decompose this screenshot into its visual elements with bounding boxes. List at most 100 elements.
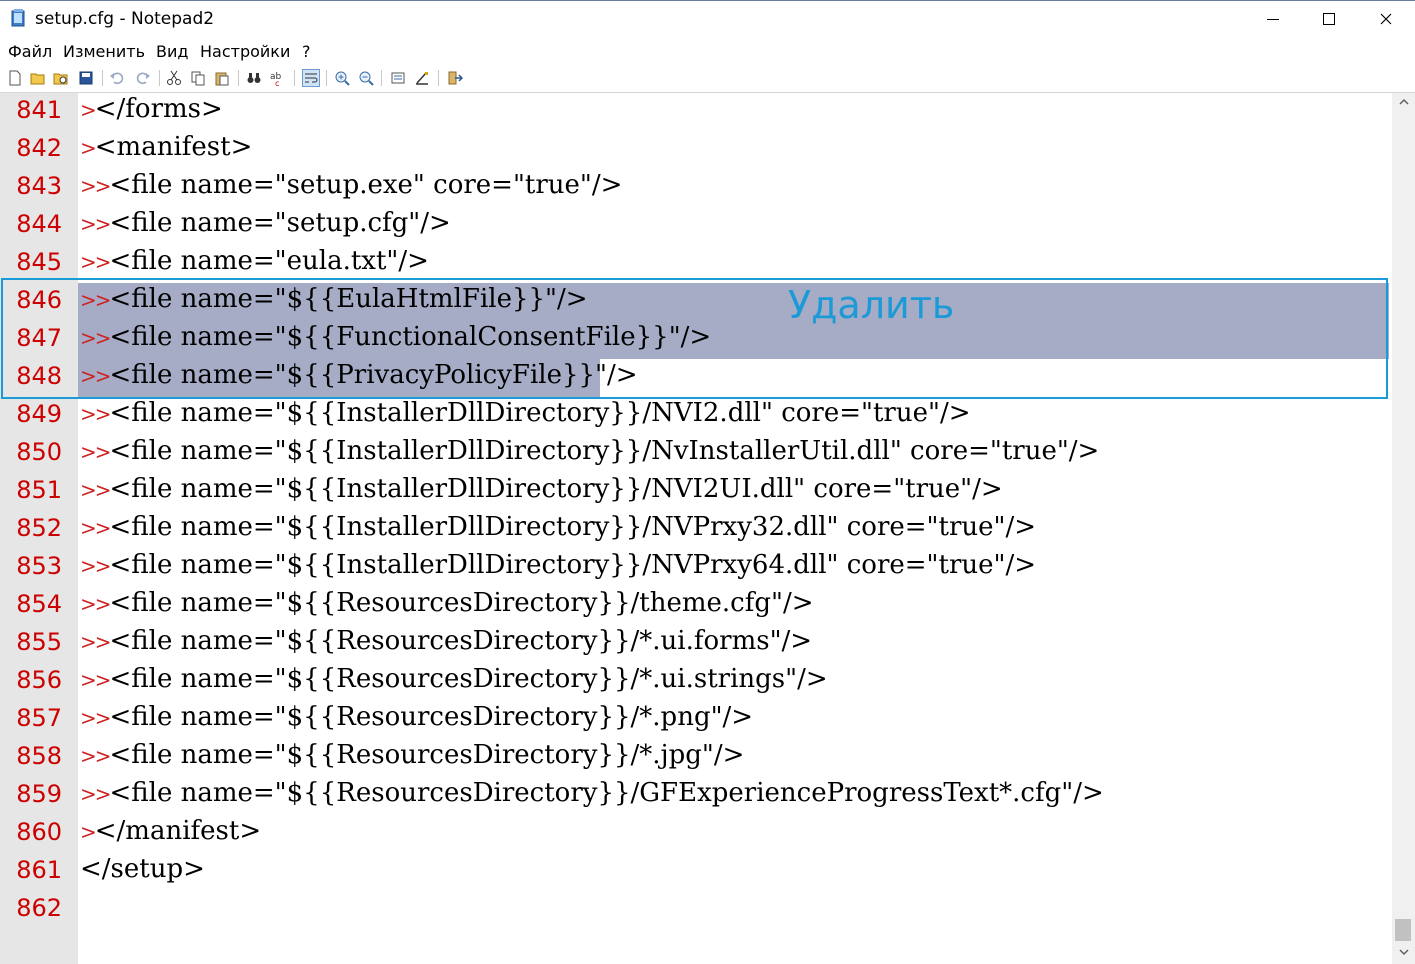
- cut-icon: [167, 70, 181, 85]
- scroll-up-button[interactable]: [1392, 93, 1415, 111]
- code-line[interactable]: 853 >><file name="${{InstallerDllDirector…: [0, 549, 1392, 587]
- close-button[interactable]: [1357, 1, 1415, 37]
- line-number: 854: [16, 590, 62, 618]
- tab-marker-icon: >: [80, 98, 97, 122]
- code-line[interactable]: 857 >><file name="${{ResourcesDirectory}}…: [0, 701, 1392, 739]
- toolbar-separator: [381, 70, 382, 86]
- code-line[interactable]: 858 >><file name="${{ResourcesDirectory}}…: [0, 739, 1392, 777]
- code-content: <file name="${{FunctionalConsentFile}}"/…: [109, 322, 712, 352]
- zoom-in-button[interactable]: [333, 69, 351, 87]
- code-text: ><manifest>: [80, 132, 252, 162]
- title-bar: setup.cfg - Notepad2: [0, 0, 1415, 39]
- minimize-button[interactable]: [1244, 1, 1302, 37]
- line-number: 851: [16, 476, 62, 504]
- redo-button[interactable]: [134, 69, 152, 87]
- code-line[interactable]: 847 >><file name="${{FunctionalConsentFil…: [0, 321, 1392, 359]
- tab-marker-icon: >>: [80, 212, 111, 236]
- line-number: 844: [16, 210, 62, 238]
- code-line[interactable]: 841 ></forms>: [0, 93, 1392, 131]
- chevron-down-icon: [1398, 949, 1409, 956]
- menu-settings[interactable]: Настройки: [200, 42, 290, 61]
- cut-button[interactable]: [165, 69, 183, 87]
- code-line[interactable]: 842 ><manifest>: [0, 131, 1392, 169]
- code-line[interactable]: 843 >><file name="setup.exe" core="true"/…: [0, 169, 1392, 207]
- line-number: 850: [16, 438, 62, 466]
- tab-marker-icon: >>: [80, 516, 111, 540]
- undo-icon: [110, 72, 124, 85]
- maximize-button[interactable]: [1300, 1, 1358, 37]
- paste-button[interactable]: [213, 69, 231, 87]
- line-number: 862: [16, 894, 62, 922]
- code-content: </manifest>: [94, 816, 262, 846]
- vertical-scrollbar[interactable]: [1392, 93, 1415, 964]
- code-line[interactable]: 852 >><file name="${{InstallerDllDirector…: [0, 511, 1392, 549]
- code-text: </setup>: [80, 854, 205, 884]
- code-content: <manifest>: [94, 132, 253, 162]
- code-line[interactable]: 855 >><file name="${{ResourcesDirectory}}…: [0, 625, 1392, 663]
- paste-icon: [215, 72, 229, 86]
- new-file-icon: [9, 70, 21, 86]
- zoom-in-icon: [335, 71, 350, 86]
- scroll-thumb[interactable]: [1395, 919, 1411, 941]
- redo-icon: [136, 72, 150, 85]
- code-text: >><file name="eula.txt"/>: [80, 246, 429, 276]
- toolbar-separator: [294, 70, 295, 86]
- tab-marker-icon: >>: [80, 744, 111, 768]
- find-icon: [247, 73, 261, 83]
- menu-help[interactable]: ?: [302, 42, 311, 61]
- code-line[interactable]: 851 >><file name="${{InstallerDllDirector…: [0, 473, 1392, 511]
- code-text: >><file name="${{PrivacyPolicyFile}}"/>: [80, 360, 638, 390]
- code-line[interactable]: 856 >><file name="${{ResourcesDirectory}}…: [0, 663, 1392, 701]
- code-content: </forms>: [94, 94, 223, 124]
- tab-marker-icon: >>: [80, 326, 111, 350]
- line-number: 861: [16, 856, 62, 884]
- code-text: ></manifest>: [80, 816, 261, 846]
- menu-file[interactable]: Файл: [8, 42, 52, 61]
- code-line[interactable]: 848 >><file name="${{PrivacyPolicyFile}}"…: [0, 359, 1392, 397]
- code-content: <file name="${{ResourcesDirectory}}/*.pn…: [109, 702, 754, 732]
- replace-button[interactable]: ab c: [269, 69, 287, 87]
- tab-marker-icon: >>: [80, 668, 111, 692]
- new-file-button[interactable]: [6, 69, 24, 87]
- code-line[interactable]: 854 >><file name="${{ResourcesDirectory}}…: [0, 587, 1392, 625]
- zoom-out-button[interactable]: [357, 69, 375, 87]
- editor-area[interactable]: 841 ></forms> 842 ><manifest> 843 >><file nam…: [0, 93, 1392, 964]
- scroll-down-button[interactable]: [1392, 943, 1415, 961]
- close-icon: [1380, 13, 1392, 25]
- chevron-up-icon: [1398, 98, 1409, 105]
- line-number: 856: [16, 666, 62, 694]
- tab-marker-icon: >>: [80, 250, 111, 274]
- line-number: 848: [16, 362, 62, 390]
- code-line[interactable]: 844 >><file name="setup.cfg"/>: [0, 207, 1392, 245]
- code-content: <file name="${{ResourcesDirectory}}/*.ui…: [109, 626, 813, 656]
- menu-edit[interactable]: Изменить: [63, 42, 145, 61]
- code-line[interactable]: 846 >><file name="${{EulaHtmlFile}}"/>: [0, 283, 1392, 321]
- customize-button[interactable]: [413, 69, 431, 87]
- line-number: 857: [16, 704, 62, 732]
- find-button[interactable]: [245, 69, 263, 87]
- exit-button[interactable]: [446, 69, 464, 87]
- browse-button[interactable]: [52, 69, 70, 87]
- open-file-button[interactable]: [29, 69, 47, 87]
- copy-button[interactable]: [189, 69, 207, 87]
- code-content: <file name="${{ResourcesDirectory}}/GFEx…: [109, 778, 1104, 808]
- undo-button[interactable]: [108, 69, 126, 87]
- save-button[interactable]: [77, 69, 95, 87]
- code-line[interactable]: 861 </setup>: [0, 853, 1392, 891]
- tab-marker-icon: >>: [80, 782, 111, 806]
- code-line[interactable]: 859 >><file name="${{ResourcesDirectory}}…: [0, 777, 1392, 815]
- code-content: <file name="${{ResourcesDirectory}}/them…: [109, 588, 814, 618]
- scheme-button[interactable]: [389, 69, 407, 87]
- code-line[interactable]: 845 >><file name="eula.txt"/>: [0, 245, 1392, 283]
- code-text: >><file name="${{InstallerDllDirectory}}…: [80, 474, 1003, 504]
- word-wrap-icon: [305, 73, 318, 83]
- menu-view[interactable]: Вид: [156, 42, 188, 61]
- code-line[interactable]: 849 >><file name="${{InstallerDllDirector…: [0, 397, 1392, 435]
- code-content: <file name="eula.txt"/>: [109, 246, 429, 276]
- code-line[interactable]: 850 >><file name="${{InstallerDllDirector…: [0, 435, 1392, 473]
- line-number: 859: [16, 780, 62, 808]
- code-line[interactable]: 860 ></manifest>: [0, 815, 1392, 853]
- code-line[interactable]: 862: [0, 891, 1392, 929]
- word-wrap-button[interactable]: [302, 69, 320, 87]
- code-text: >><file name="setup.exe" core="true"/>: [80, 170, 622, 200]
